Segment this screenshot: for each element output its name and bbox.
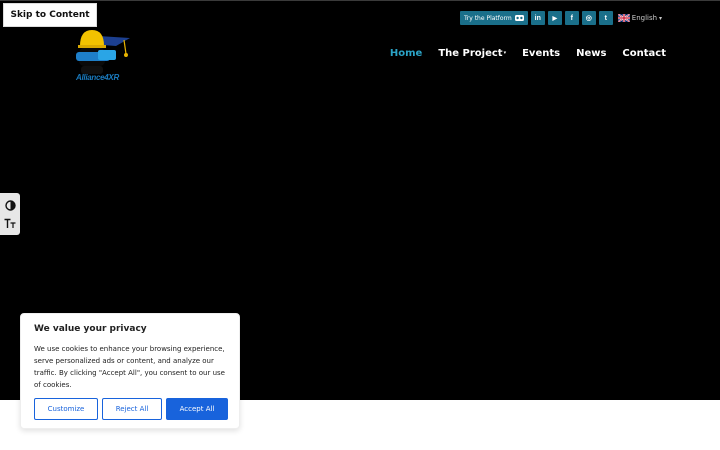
accessibility-toolbar bbox=[0, 193, 20, 235]
youtube-icon[interactable]: ▶ bbox=[547, 11, 562, 25]
logo-text: Alliance4XR bbox=[76, 73, 119, 82]
font-size-toggle-button[interactable] bbox=[3, 216, 17, 230]
vr-headset-icon bbox=[514, 15, 524, 21]
contrast-toggle-button[interactable] bbox=[3, 198, 17, 212]
uk-flag-icon bbox=[617, 14, 630, 22]
contrast-icon bbox=[4, 199, 16, 211]
nav-item-the-project[interactable]: The Project▾ bbox=[438, 48, 506, 59]
nav-item-contact[interactable]: Contact bbox=[622, 48, 666, 59]
top-border bbox=[0, 0, 720, 1]
nav-item-label: The Project bbox=[438, 48, 503, 59]
chevron-down-icon: ▾ bbox=[503, 50, 507, 56]
reject-all-button[interactable]: Reject All bbox=[102, 398, 162, 420]
font-size-icon bbox=[4, 218, 16, 228]
cookie-title: We value your privacy bbox=[34, 324, 147, 334]
customize-button[interactable]: Customize bbox=[34, 398, 98, 420]
facebook-icon[interactable]: f bbox=[564, 11, 579, 25]
main-navigation: Home The Project▾ Events News Contact bbox=[390, 48, 666, 59]
twitter-icon[interactable]: t bbox=[598, 11, 613, 25]
linkedin-icon[interactable]: in bbox=[530, 11, 545, 25]
nav-item-events[interactable]: Events bbox=[522, 48, 560, 59]
top-utility-bar: Try the Platform in ▶ f ◎ t English ▾ bbox=[460, 11, 662, 25]
skip-to-content-link[interactable]: Skip to Content bbox=[3, 3, 97, 27]
nav-item-home[interactable]: Home bbox=[390, 48, 422, 59]
try-platform-label: Try the Platform bbox=[464, 14, 512, 22]
nav-item-news[interactable]: News bbox=[576, 48, 606, 59]
logo-mascot-icon bbox=[76, 30, 130, 74]
language-label: English bbox=[631, 14, 658, 22]
cookie-description: We use cookies to enhance your browsing … bbox=[34, 345, 225, 389]
cookie-button-row: Customize Reject All Accept All bbox=[34, 398, 228, 420]
cookie-consent-banner: We value your privacy We use cookies to … bbox=[20, 313, 240, 429]
try-platform-button[interactable]: Try the Platform bbox=[460, 11, 528, 25]
accept-all-button[interactable]: Accept All bbox=[166, 398, 228, 420]
instagram-icon[interactable]: ◎ bbox=[581, 11, 596, 25]
chevron-down-icon: ▾ bbox=[659, 14, 663, 22]
language-switcher[interactable]: English ▾ bbox=[617, 14, 663, 22]
